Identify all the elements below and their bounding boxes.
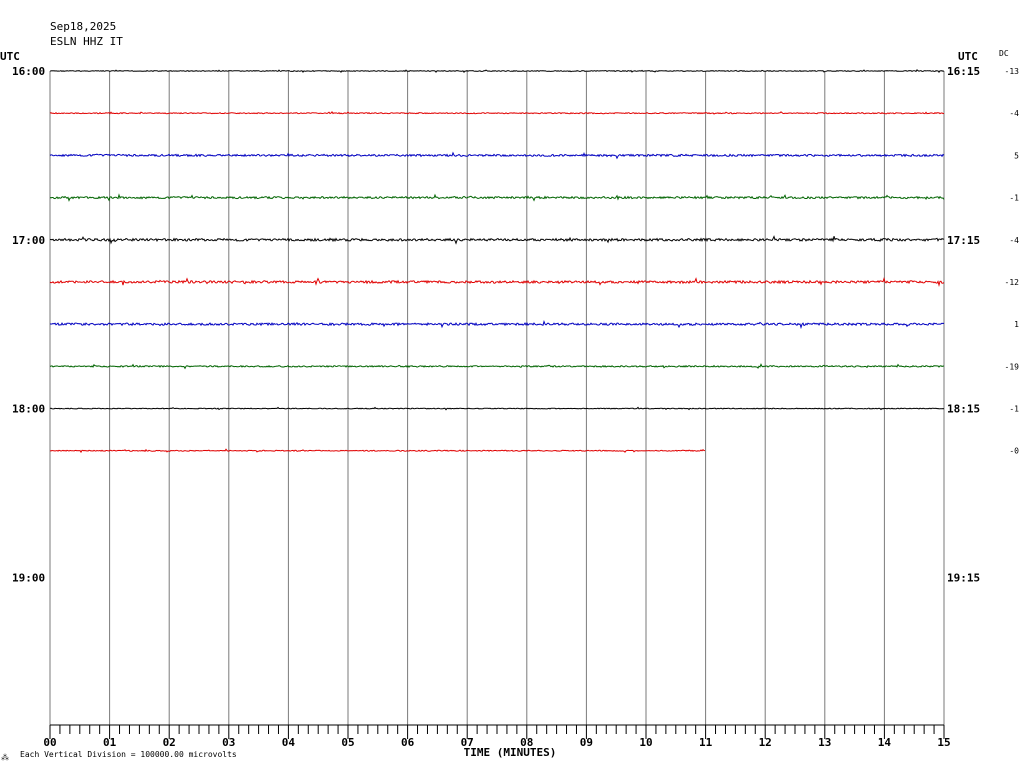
x-tick-label: 02 xyxy=(163,736,176,749)
trace-row-0 xyxy=(50,69,945,74)
trace-row-1 xyxy=(49,111,945,115)
x-tick-label: 01 xyxy=(103,736,117,749)
trace-row-5 xyxy=(49,276,945,288)
dc-offset-label: 1 xyxy=(1014,320,1019,329)
dc-offset-label: -0 xyxy=(1009,447,1019,456)
utc-left-label: UTC xyxy=(0,50,20,63)
left-time-label: 17:00 xyxy=(12,234,45,247)
trace-row-2 xyxy=(49,151,945,160)
trace-row-7 xyxy=(49,363,945,370)
date-label: Sep18,2025 xyxy=(50,20,116,33)
dc-offset-label: -13 xyxy=(1005,67,1020,76)
dc-offset-label: -1 xyxy=(1009,405,1019,414)
utc-right-label: UTC xyxy=(958,50,978,63)
trace-row-9 xyxy=(49,448,706,454)
x-tick-label: 13 xyxy=(818,736,831,749)
x-tick-label: 04 xyxy=(282,736,296,749)
trace-row-6 xyxy=(49,320,945,330)
trace-row-4 xyxy=(49,235,945,245)
x-tick-label: 14 xyxy=(878,736,892,749)
right-time-label: 17:15 xyxy=(947,234,980,247)
x-tick-label: 10 xyxy=(639,736,652,749)
x-tick-label: 09 xyxy=(580,736,593,749)
grid xyxy=(49,71,945,725)
scale-note: Each Vertical Division = 100000.00 micro… xyxy=(20,750,237,759)
trace-row-8 xyxy=(49,406,945,411)
dc-offset-label: -4 xyxy=(1009,236,1019,245)
x-tick-label: 12 xyxy=(759,736,772,749)
right-time-label: 18:15 xyxy=(947,403,980,416)
trace-row-3 xyxy=(49,193,945,202)
left-time-label: 16:00 xyxy=(12,65,45,78)
helicorder-plot: Sep18,2025 ESLN HHZ IT UTC UTC DC 16:00 1… xyxy=(0,20,1020,762)
right-time-label: 19:15 xyxy=(947,571,980,584)
station-label: ESLN HHZ IT xyxy=(50,35,123,48)
left-time-label: 18:00 xyxy=(12,403,45,416)
corner-mark: ⁂ xyxy=(1,753,9,762)
dc-offset-label: -19 xyxy=(1005,362,1020,371)
x-tick-label: 00 xyxy=(43,736,56,749)
right-time-label: 16:15 xyxy=(947,65,980,78)
dc-header-label: DC xyxy=(999,49,1009,58)
x-tick-label: 11 xyxy=(699,736,713,749)
x-axis-title: TIME (MINUTES) xyxy=(464,746,557,759)
dc-offset-label: -4 xyxy=(1009,109,1019,118)
x-tick-label: 15 xyxy=(937,736,950,749)
x-tick-label: 05 xyxy=(341,736,354,749)
dc-offset-label: 5 xyxy=(1014,151,1019,160)
left-time-label: 19:00 xyxy=(12,571,45,584)
x-tick-label: 03 xyxy=(222,736,235,749)
dc-offset-label: -12 xyxy=(1005,278,1020,287)
x-tick-label: 06 xyxy=(401,736,415,749)
dc-labels: -13 -4 5 -1 -4 -12 1 -19 -1 -0 xyxy=(1005,67,1020,456)
traces xyxy=(49,69,945,454)
dc-offset-label: -1 xyxy=(1009,194,1019,203)
